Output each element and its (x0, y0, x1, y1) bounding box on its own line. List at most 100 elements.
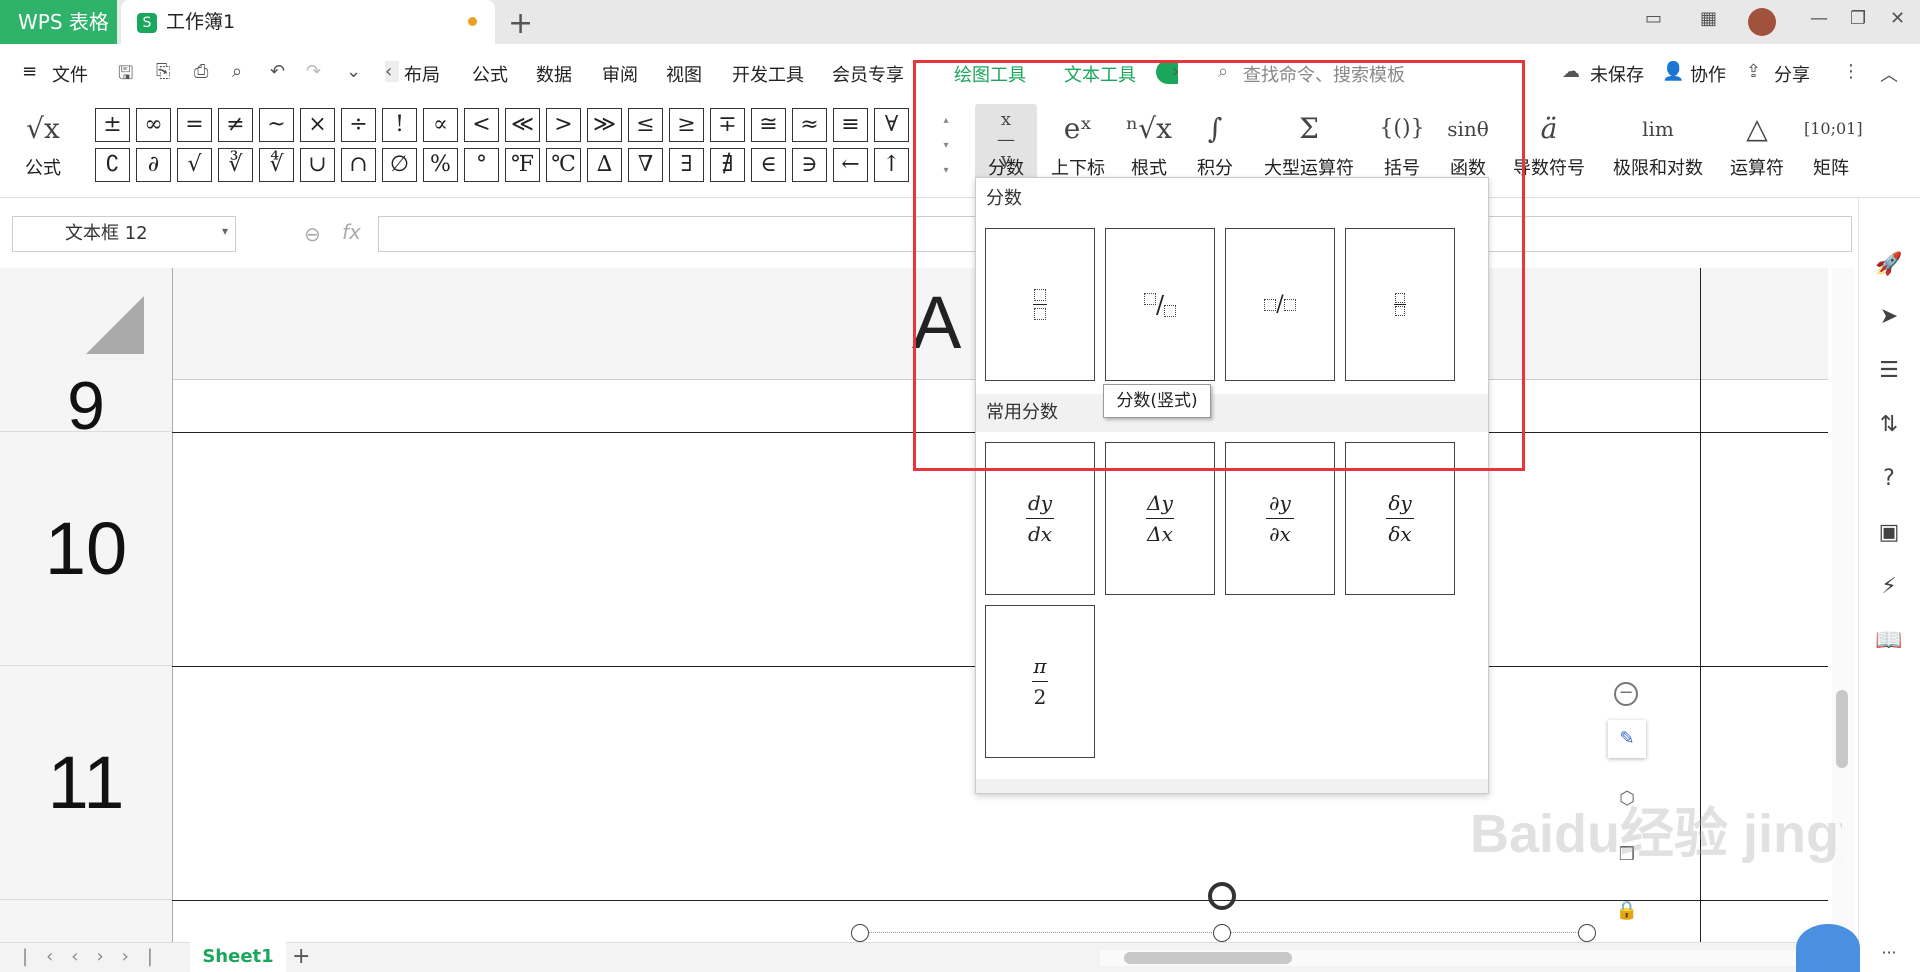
symbol-button[interactable]: ° (464, 148, 499, 182)
function-button[interactable]: sinθ 函数 (1438, 104, 1498, 180)
symbol-button[interactable]: ← (833, 148, 868, 182)
symbol-button[interactable]: > (546, 108, 581, 142)
menu-item-member[interactable]: 会员专享 (832, 61, 904, 87)
menu-item-layout[interactable]: 布局 (404, 61, 440, 87)
document-tab[interactable]: S 工作簿1 (121, 0, 495, 44)
symbol-button[interactable]: ≪ (505, 108, 540, 142)
symbol-button[interactable]: ≡ (833, 108, 868, 142)
symbol-button[interactable]: ∛ (218, 148, 253, 182)
app-tab[interactable]: WPS 表格 (0, 0, 117, 44)
limit-log-button[interactable]: lim 极限和对数 (1606, 104, 1710, 180)
horizontal-scroll-thumb[interactable] (1124, 952, 1292, 964)
common-fraction-item[interactable]: Δy Δx (1105, 442, 1215, 595)
formula-button[interactable]: √x 公式 (18, 104, 68, 180)
rocket-icon[interactable]: 🚀 (1874, 250, 1904, 280)
file-menu[interactable]: 文件 (52, 61, 88, 87)
accent-button[interactable]: ä 导数符号 (1506, 104, 1592, 180)
export-icon[interactable]: ⎘ (156, 61, 170, 82)
fx-icon[interactable]: fx (342, 220, 361, 244)
symbol-button[interactable]: ∪ (300, 148, 335, 182)
sheet-nav[interactable]: |‹‹››| (22, 946, 171, 967)
rotate-handle-icon[interactable] (1208, 882, 1236, 910)
symbol-button[interactable]: < (464, 108, 499, 142)
assistant-icon[interactable] (1796, 924, 1860, 972)
select-all-triangle-icon[interactable] (86, 296, 144, 354)
grid-icon[interactable]: ▦ (1700, 8, 1717, 36)
shape-icon[interactable]: ⬡ (1608, 780, 1646, 818)
common-fraction-item[interactable]: δy δx (1345, 442, 1455, 595)
new-tab-button[interactable]: + (508, 6, 533, 41)
restore-icon[interactable]: ❐ (1850, 8, 1866, 36)
symbol-scroll[interactable]: ▴ ▾ ▾ (940, 108, 952, 184)
gallery-icon[interactable]: ▣ (1874, 518, 1904, 548)
chevron-down-icon[interactable]: ▾ (222, 224, 228, 238)
lock-icon[interactable]: 🔒 (1608, 892, 1646, 930)
symbol-button[interactable]: ∃ (669, 148, 704, 182)
fraction-skewed-item[interactable]: / (1105, 228, 1215, 381)
cursor-icon[interactable]: ➤ (1874, 302, 1904, 332)
symbol-button[interactable]: √ (177, 148, 212, 182)
more-icon[interactable]: ⋮ (1842, 61, 1860, 82)
help-icon[interactable]: ? (1874, 464, 1904, 494)
chevron-down-icon[interactable]: ⌄ (346, 61, 361, 82)
resize-handle[interactable] (851, 924, 869, 942)
sheet-tab[interactable]: Sheet1 (190, 942, 286, 972)
collab-button[interactable]: 协作 (1690, 61, 1726, 87)
symbol-button[interactable]: ± (95, 108, 130, 142)
fraction-small-item[interactable] (1345, 228, 1455, 381)
lightning-icon[interactable]: ⚡ (1874, 572, 1904, 602)
matrix-button[interactable]: [10;01] 矩阵 (1804, 104, 1863, 180)
symbol-button[interactable]: = (177, 108, 212, 142)
symbol-button[interactable]: ↑ (874, 148, 909, 182)
symbol-button[interactable]: ≥ (669, 108, 704, 142)
fraction-button[interactable]: x — y 分数 (975, 104, 1037, 180)
collapse-icon[interactable]: ︿ (1880, 61, 1898, 87)
radical-button[interactable]: ⁿ√x 根式 (1120, 104, 1178, 180)
menu-item-view[interactable]: 视图 (666, 61, 702, 87)
menu-item-developer[interactable]: 开发工具 (732, 61, 804, 87)
vertical-scroll-thumb[interactable] (1836, 690, 1848, 768)
unsaved-label[interactable]: 未保存 (1590, 61, 1644, 87)
preview-icon[interactable]: ⌕ (232, 61, 242, 82)
symbol-button[interactable]: ! (382, 108, 417, 142)
book-icon[interactable]: 📖 (1874, 626, 1904, 656)
operator-button[interactable]: △ 运算符 (1722, 104, 1792, 180)
symbol-button[interactable]: ∩ (341, 148, 376, 182)
share-button[interactable]: 分享 (1774, 61, 1810, 87)
vertical-scrollbar[interactable] (1832, 268, 1854, 942)
row-header-9[interactable]: 9 (0, 380, 172, 432)
symbol-button[interactable]: ∁ (95, 148, 130, 182)
add-sheet-button[interactable]: + (292, 944, 310, 969)
symbol-button[interactable]: ∅ (382, 148, 417, 182)
tab-text-tools[interactable]: 文本工具 (1064, 61, 1136, 87)
symbol-button[interactable]: ∋ (792, 148, 827, 182)
symbol-button[interactable]: ∇ (628, 148, 663, 182)
symbol-button[interactable]: ∆ (587, 148, 622, 182)
save-icon[interactable]: 🖫 (118, 61, 133, 91)
menu-item-formula[interactable]: 公式 (472, 61, 508, 87)
more-icon[interactable]: ··· (1874, 938, 1904, 968)
close-icon[interactable]: ✕ (1890, 8, 1905, 36)
symbol-button[interactable]: ∞ (136, 108, 171, 142)
symbol-button[interactable]: ~ (259, 108, 294, 142)
symbol-button[interactable]: ∄ (710, 148, 745, 182)
print-icon[interactable]: ⎙ (194, 61, 208, 82)
symbol-button[interactable]: ≈ (792, 108, 827, 142)
hamburger-icon[interactable]: ≡ (22, 61, 37, 82)
layers-icon[interactable]: ❒ (1608, 836, 1646, 874)
column-header-a[interactable]: A (912, 280, 961, 365)
menu-item-data[interactable]: 数据 (536, 61, 572, 87)
undo-icon[interactable]: ↶ (270, 61, 285, 82)
minimize-icon[interactable]: — (1810, 8, 1828, 36)
resize-handle[interactable] (1213, 924, 1231, 942)
script-button[interactable]: eˣ 上下标 (1043, 104, 1113, 180)
search-input[interactable]: 查找命令、搜索模板 (1243, 61, 1405, 87)
sliders-icon[interactable]: ☰ (1874, 356, 1904, 386)
minus-circle-icon[interactable]: − (1614, 682, 1638, 706)
tab-draw-tools[interactable]: 绘图工具 (954, 61, 1026, 87)
symbol-button[interactable]: × (300, 108, 335, 142)
resize-handle[interactable] (1578, 924, 1596, 942)
row-header-12[interactable] (0, 900, 172, 942)
symbol-button[interactable]: ≫ (587, 108, 622, 142)
layout-icon[interactable]: ▭ (1645, 8, 1662, 36)
